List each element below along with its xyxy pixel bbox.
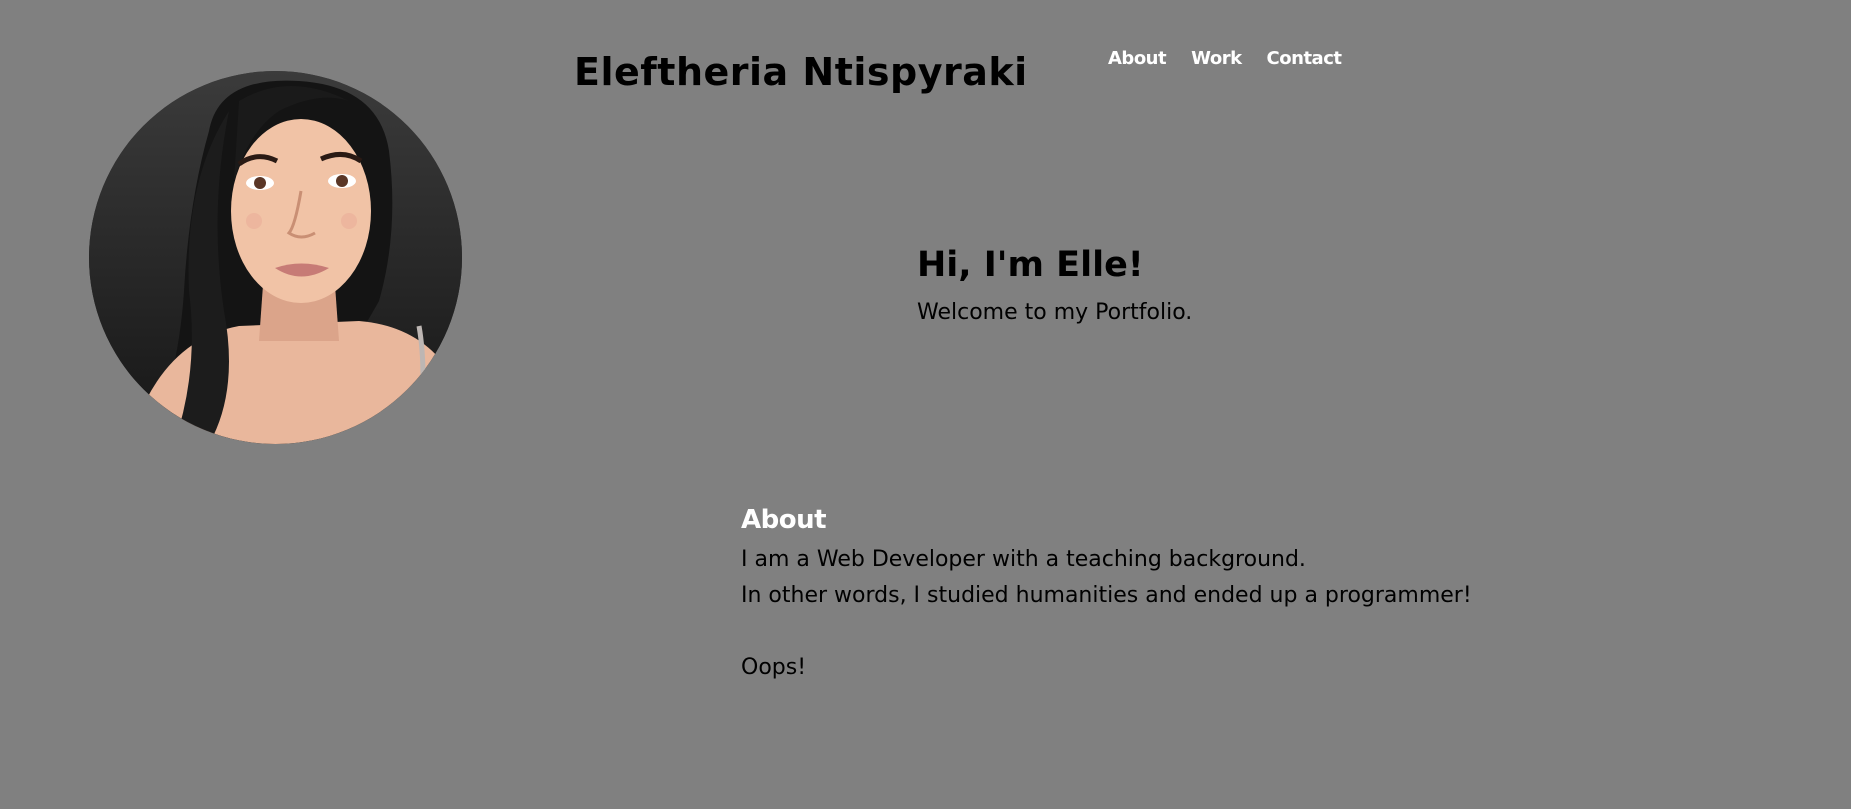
hero-subtitle: Welcome to my Portfolio. bbox=[917, 300, 1193, 325]
avatar bbox=[89, 71, 462, 444]
hero-heading: Hi, I'm Elle! bbox=[917, 245, 1144, 285]
about-line: I am a Web Developer with a teaching bac… bbox=[741, 547, 1306, 572]
about-text: I am a Web Developer with a teaching bac… bbox=[741, 542, 1472, 686]
nav-link-work[interactable]: Work bbox=[1191, 48, 1242, 69]
cartoon-portrait-avatar-icon bbox=[89, 71, 462, 444]
about-heading: About bbox=[741, 505, 827, 535]
about-line: Oops! bbox=[741, 655, 807, 680]
about-line: In other words, I studied humanities and… bbox=[741, 583, 1472, 608]
main-nav: About Work Contact bbox=[1108, 48, 1342, 69]
site-title: Eleftheria Ntispyraki bbox=[574, 50, 1028, 94]
nav-link-about[interactable]: About bbox=[1108, 48, 1167, 69]
nav-link-contact[interactable]: Contact bbox=[1267, 48, 1342, 69]
